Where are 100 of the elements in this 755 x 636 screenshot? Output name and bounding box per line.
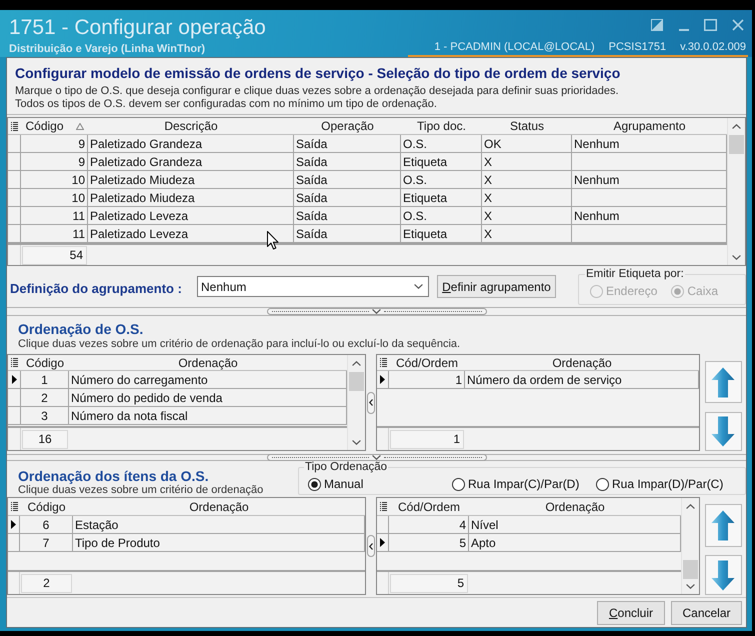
table-cell: OK bbox=[482, 135, 572, 152]
table-cell: O.S. bbox=[401, 135, 482, 152]
table-cell: Tipo de Produto bbox=[73, 534, 365, 551]
table-cell: 6 bbox=[20, 516, 73, 533]
splitter-handle[interactable] bbox=[367, 392, 375, 414]
table-cell: O.S. bbox=[401, 207, 482, 224]
splitter-handle[interactable] bbox=[266, 308, 486, 315]
row-indicator[interactable] bbox=[8, 516, 20, 533]
chevron-up-icon bbox=[352, 361, 361, 366]
chevron-left-icon bbox=[369, 399, 373, 406]
grouping-label: Definição do agrupamento : bbox=[10, 281, 183, 297]
row-indicator[interactable] bbox=[377, 371, 389, 388]
table-cell: Saída bbox=[294, 207, 401, 224]
radio-option[interactable]: Manual bbox=[308, 477, 364, 491]
close-icon bbox=[732, 18, 744, 30]
table-cell: 4 bbox=[389, 516, 469, 533]
column-header[interactable]: Ordenação bbox=[69, 355, 347, 370]
program-code: PCSIS1751 bbox=[608, 41, 666, 54]
arrow-up-icon bbox=[711, 366, 735, 398]
column-header[interactable]: Cód/Ordem bbox=[389, 355, 465, 370]
radio-option[interactable]: Rua Impar(C)/Par(D) bbox=[452, 477, 580, 491]
row-pointer-icon bbox=[380, 538, 385, 547]
scrollbar-thumb[interactable] bbox=[349, 372, 364, 391]
version-text: v.30.0.02.009 bbox=[680, 41, 746, 54]
record-count: 54 bbox=[22, 246, 87, 264]
list-icon bbox=[380, 502, 386, 511]
row-pointer-icon bbox=[380, 375, 385, 384]
table-cell: Estação bbox=[73, 516, 365, 533]
dropdown-field[interactable]: Nenhum bbox=[197, 276, 429, 297]
radio-option[interactable]: Rua Impar(D)/Par(C) bbox=[596, 477, 724, 491]
record-count: 5 bbox=[390, 574, 468, 592]
table-cell: 1 bbox=[389, 371, 465, 388]
chevron-left-icon bbox=[369, 542, 373, 550]
instruction-text: Marque o tipo de O.S. que deseja configurar e clique duas vezes sobre a ordenação desejada para definir suas prioridades. bbox=[15, 85, 620, 98]
chevron-down-icon bbox=[414, 284, 423, 289]
scrollbar[interactable] bbox=[681, 498, 699, 594]
row-pointer-icon bbox=[12, 375, 16, 384]
define-grouping-button[interactable]: Definir agrupamento bbox=[437, 275, 556, 298]
column-header[interactable]: Status bbox=[482, 118, 572, 134]
cancel-button[interactable]: Cancelar bbox=[671, 600, 742, 624]
section-heading: Ordenação dos ítens da O.S. bbox=[18, 468, 210, 484]
column-header[interactable]: Agrupamento bbox=[572, 118, 727, 134]
scrollbar[interactable] bbox=[347, 355, 365, 450]
maximize-icon bbox=[704, 18, 717, 30]
move-down-button[interactable] bbox=[704, 555, 742, 595]
section-hint: Clique duas vezes sobre um critério de ordenação para incluí-lo ou excluí-lo da sequência. bbox=[18, 338, 462, 351]
table-cell: Número da ordem de serviço bbox=[465, 371, 699, 388]
sort-triangle-icon bbox=[76, 122, 84, 130]
instruction-text: Todos os tipos de O.S. devem ser configuradas com no mínimo um tipo de ordenação. bbox=[15, 98, 438, 111]
scrollbar-thumb[interactable] bbox=[729, 135, 744, 154]
table-cell: Saída bbox=[294, 225, 401, 242]
table-cell: X bbox=[482, 189, 572, 206]
column-header[interactable]: Operação bbox=[294, 118, 401, 134]
column-header[interactable]: Descrição bbox=[88, 118, 294, 134]
column-header[interactable]: Código bbox=[21, 355, 69, 370]
table-cell: Paletizado Miudeza bbox=[88, 189, 294, 206]
table-cell: 11 bbox=[21, 225, 88, 242]
record-count: 1 bbox=[390, 430, 464, 448]
column-header[interactable]: Tipo doc. bbox=[401, 118, 482, 134]
column-header[interactable]: Ordenação bbox=[73, 498, 365, 515]
table-cell: X bbox=[482, 153, 572, 170]
table-cell: 2 bbox=[21, 389, 69, 406]
chevron-down-icon bbox=[372, 455, 381, 460]
table-cell: 5 bbox=[389, 534, 469, 551]
table-cell: Paletizado Leveza bbox=[88, 207, 294, 224]
maximize-button[interactable] bbox=[704, 18, 717, 31]
minimize-icon bbox=[678, 29, 688, 31]
row-indicator[interactable] bbox=[377, 534, 389, 551]
list-icon bbox=[10, 502, 18, 511]
table-cell: Paletizado Grandeza bbox=[88, 135, 294, 152]
column-header[interactable]: Cód/Ordem bbox=[389, 498, 469, 515]
table-cell: 9 bbox=[21, 135, 88, 152]
splitter-handle[interactable] bbox=[367, 535, 375, 557]
arrow-down-icon bbox=[711, 560, 735, 590]
move-down-button[interactable] bbox=[704, 412, 742, 451]
half-filled-square-icon bbox=[650, 18, 662, 30]
table-cell: 11 bbox=[21, 207, 88, 224]
close-button[interactable] bbox=[731, 18, 744, 31]
scrollbar-thumb[interactable] bbox=[683, 560, 698, 579]
column-header[interactable]: Código bbox=[21, 118, 88, 134]
table-cell: Saída bbox=[294, 153, 401, 170]
splitter-handle[interactable] bbox=[266, 454, 486, 461]
move-up-button[interactable] bbox=[704, 504, 742, 547]
window-layout-button[interactable] bbox=[650, 18, 663, 31]
table-cell: Paletizado Grandeza bbox=[88, 153, 294, 170]
chevron-up-icon bbox=[732, 124, 741, 129]
column-header[interactable]: Código bbox=[20, 498, 73, 515]
column-header[interactable]: Ordenação bbox=[469, 498, 681, 515]
table-cell: Etiqueta bbox=[401, 189, 482, 206]
table-cell: Saída bbox=[294, 171, 401, 188]
table-cell: O.S. bbox=[401, 171, 482, 188]
section-hint: Clique duas vezes sobre um critério de ordenação bbox=[18, 484, 264, 497]
row-pointer-icon bbox=[11, 520, 16, 529]
scrollbar[interactable] bbox=[727, 118, 745, 265]
confirm-button[interactable]: Concluir bbox=[597, 600, 665, 624]
section-heading: Ordenação de O.S. bbox=[18, 321, 144, 338]
column-header[interactable]: Ordenação bbox=[465, 355, 699, 370]
list-icon bbox=[11, 358, 18, 367]
chevron-down-icon bbox=[372, 309, 381, 314]
move-up-button[interactable] bbox=[704, 361, 742, 403]
